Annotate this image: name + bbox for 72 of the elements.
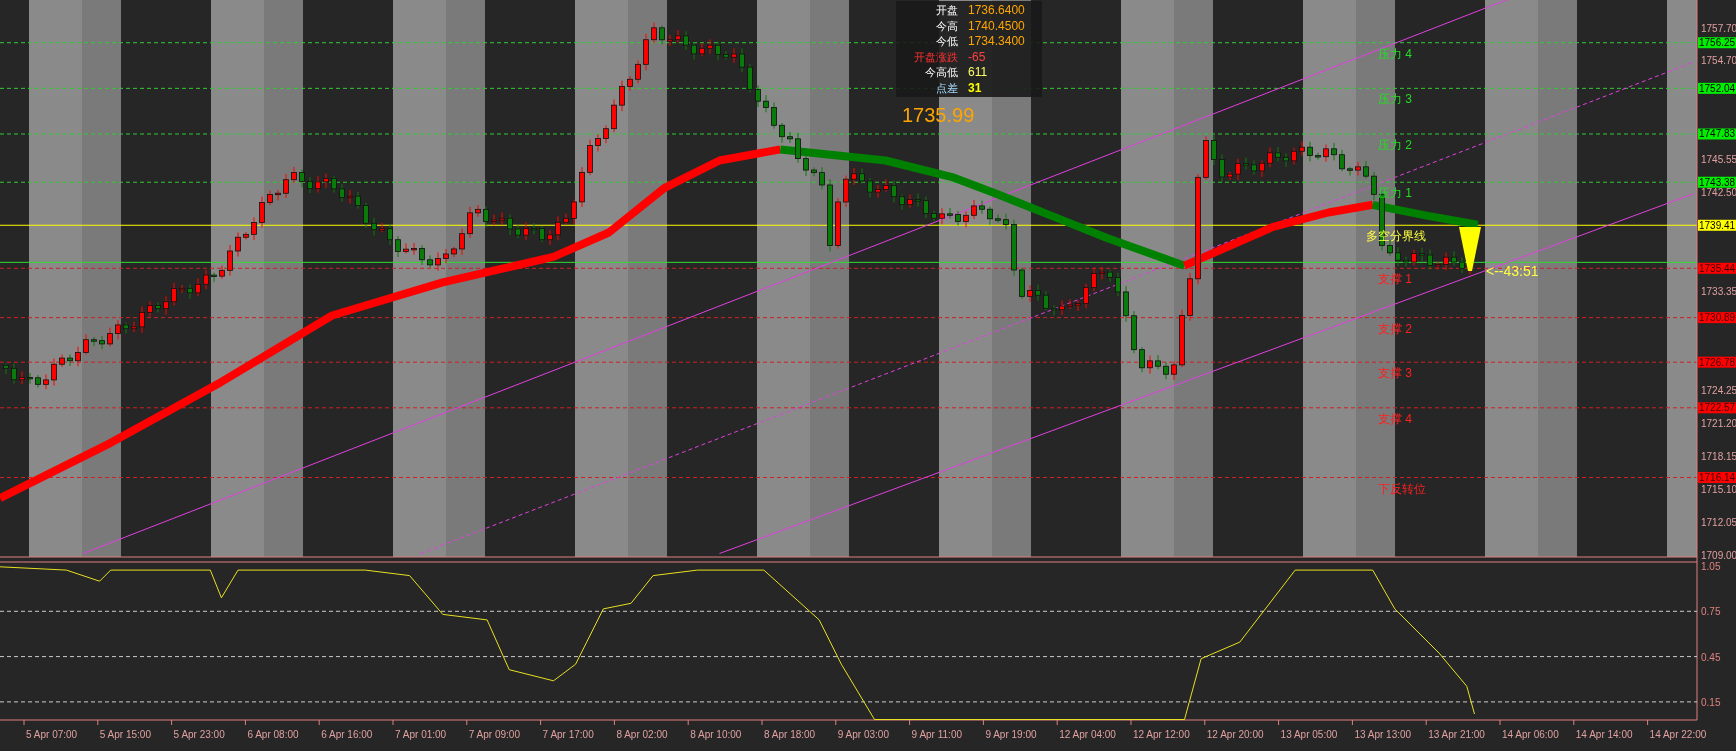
time-label: 5 Apr 23:00 [173, 729, 225, 740]
level-label: 多空分界线 [1366, 229, 1426, 244]
price-tick-label: 1733.35 [1701, 286, 1736, 298]
price-tag: 1752.04 [1698, 82, 1736, 94]
price-tag: 1743.38 [1698, 176, 1736, 188]
current-price: 1735.99 [902, 104, 975, 126]
time-label: 9 Apr 03:00 [837, 729, 889, 740]
info-label: 今高 [936, 19, 958, 32]
time-label: 13 Apr 21:00 [1428, 729, 1485, 740]
info-value: 1736.6400 [968, 3, 1025, 17]
time-label: 14 Apr 06:00 [1502, 729, 1559, 740]
time-label: 6 Apr 08:00 [247, 729, 299, 740]
time-label: 9 Apr 11:00 [911, 729, 962, 740]
time-label: 8 Apr 18:00 [764, 729, 816, 740]
info-label: 今低 [936, 35, 958, 48]
price-tick-label: 1718.15 [1701, 451, 1736, 463]
time-label: 7 Apr 09:00 [468, 729, 520, 740]
price-tag: 1747.83 [1698, 128, 1736, 140]
time-label: 9 Apr 19:00 [985, 729, 1037, 740]
price-tag: 1726.78 [1698, 356, 1736, 368]
price-tag: 1730.89 [1698, 312, 1736, 324]
info-value: 611 [968, 65, 988, 80]
price-tick-label: 1721.20 [1701, 418, 1736, 430]
level-label: 支撑 2 [1378, 321, 1412, 336]
time-label: 12 Apr 20:00 [1206, 729, 1264, 740]
price-tick-label: 1742.50 [1701, 187, 1736, 199]
price-tick-label: 1709.00 [1701, 550, 1736, 562]
price-tick-label: 1754.70 [1701, 55, 1736, 66]
price-tick-label: 1757.70 [1701, 22, 1736, 34]
time-label: 12 Apr 12:00 [1133, 729, 1190, 740]
info-label: 开盘 [936, 4, 958, 16]
time-label: 13 Apr 13:00 [1354, 729, 1412, 740]
time-label: 6 Apr 16:00 [321, 729, 373, 740]
indicator-tick-label: 0.45 [1701, 651, 1721, 663]
level-label: 下反转位 [1378, 481, 1426, 496]
time-label: 14 Apr 22:00 [1649, 729, 1707, 740]
level-label: 压力 3 [1378, 92, 1412, 107]
info-value: 1734.3400 [968, 34, 1025, 49]
price-tick-label: 1724.25 [1701, 385, 1736, 397]
info-value: 31 [968, 81, 982, 95]
level-label: 压力 1 [1378, 186, 1412, 201]
time-label: 13 Apr 05:00 [1280, 729, 1338, 740]
price-tag: 1739.41 [1698, 219, 1736, 231]
price-tick-label: 1712.05 [1701, 517, 1736, 529]
price-tag: 1716.14 [1698, 472, 1736, 483]
info-label: 开盘涨跌 [914, 50, 958, 63]
price-tag: 1735.44 [1698, 262, 1736, 274]
info-value: 1740.4500 [968, 18, 1025, 33]
price-tick-label: 1715.10 [1701, 484, 1736, 496]
info-label: 今高低 [925, 66, 958, 79]
countdown-text: <--43:51 [1486, 263, 1539, 279]
info-label: 点差 [936, 82, 958, 94]
level-label: 支撑 1 [1378, 272, 1412, 287]
indicator-tick-label: 1.05 [1701, 561, 1721, 572]
level-label: 压力 2 [1378, 138, 1412, 152]
time-label: 14 Apr 14:00 [1575, 729, 1633, 740]
level-label: 支撑 4 [1378, 411, 1412, 426]
time-label: 12 Apr 04:00 [1059, 729, 1116, 740]
price-tag: 1756.25 [1698, 37, 1736, 49]
time-label: 8 Apr 02:00 [616, 729, 668, 740]
time-label: 8 Apr 10:00 [690, 729, 742, 740]
time-label: 7 Apr 17:00 [542, 729, 594, 740]
level-label: 压力 4 [1378, 46, 1412, 61]
price-tick-label: 1745.55 [1701, 154, 1736, 166]
indicator-tick-label: 0.75 [1701, 606, 1721, 618]
time-label: 5 Apr 07:00 [26, 729, 78, 740]
price-tag: 1722.57 [1698, 402, 1736, 414]
time-label: 5 Apr 15:00 [99, 729, 151, 740]
indicator-tick-label: 0.15 [1701, 696, 1721, 708]
time-label: 7 Apr 01:00 [395, 729, 447, 740]
level-label: 支撑 3 [1378, 366, 1412, 381]
info-value: -65 [968, 49, 986, 64]
